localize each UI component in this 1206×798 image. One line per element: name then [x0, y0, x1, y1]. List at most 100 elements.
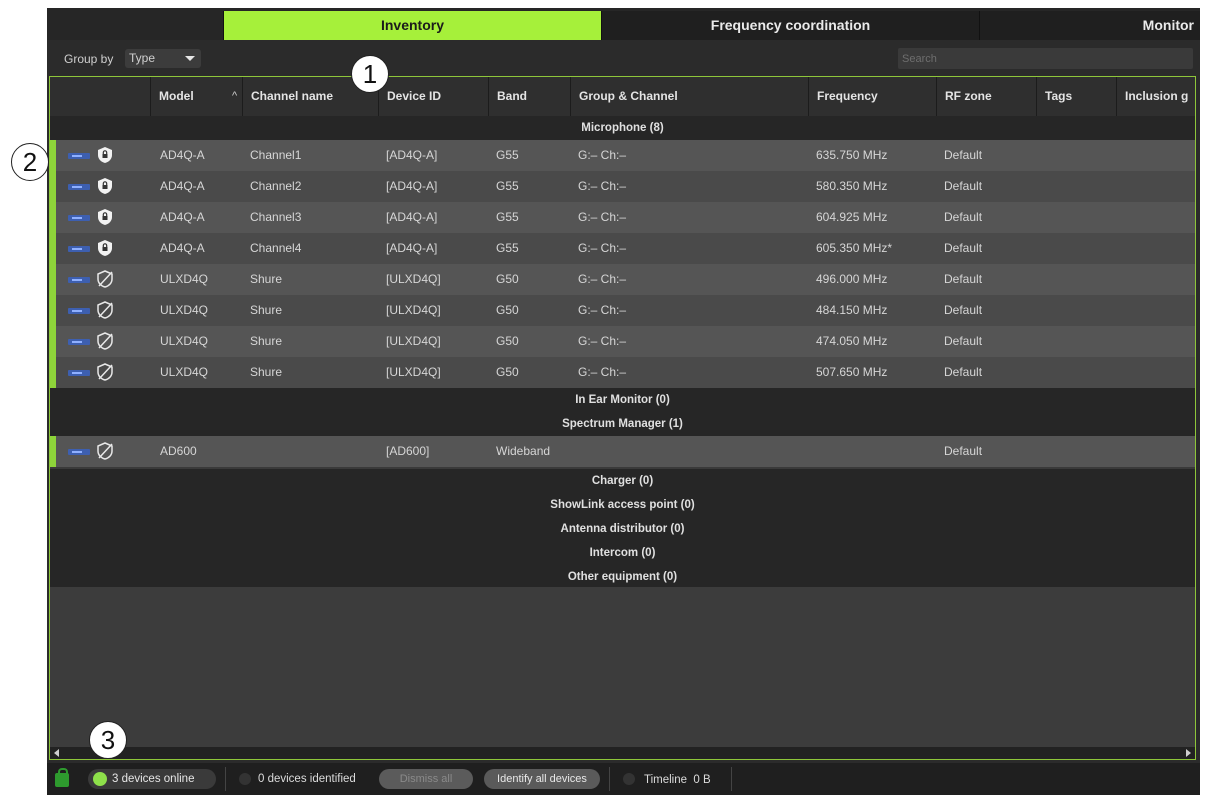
- cell-band: G55: [496, 241, 519, 255]
- online-indicator: [50, 295, 56, 326]
- chevron-down-icon: [185, 56, 195, 61]
- shield-off-icon: [97, 363, 113, 381]
- table-header: Model ^ Channel name Device ID Band Grou…: [50, 77, 1195, 116]
- column-header-rf-zone[interactable]: RF zone: [936, 77, 1036, 116]
- receiver-device-icon: [68, 215, 90, 221]
- column-header-frequency[interactable]: Frequency: [808, 77, 936, 116]
- cell-device-id: [ULXD4Q]: [386, 365, 441, 379]
- cell-frequency: 605.350 MHz*: [816, 241, 893, 255]
- group-by-select[interactable]: Type: [125, 49, 201, 68]
- scroll-left-icon[interactable]: [54, 749, 59, 757]
- cell-frequency: 604.925 MHz: [816, 210, 888, 224]
- group-header-showlink[interactable]: ShowLink access point (0): [50, 493, 1195, 517]
- cell-channel-name: Shure: [250, 334, 283, 348]
- app-window: Inventory Frequency coordination Monitor…: [47, 8, 1200, 795]
- shield-off-icon: [97, 270, 113, 288]
- online-indicator: [50, 436, 56, 467]
- cell-device-id: [AD4Q-A]: [386, 210, 438, 224]
- tab-frequency-coordination[interactable]: Frequency coordination: [601, 11, 979, 40]
- column-header-tags[interactable]: Tags: [1036, 77, 1116, 116]
- table-row[interactable]: ULXD4Q Shure [ULXD4Q] G50 G:– Ch:– 474.050 MH…: [50, 326, 1195, 357]
- cell-model: AD4Q-A: [160, 179, 205, 193]
- cell-device-id: [ULXD4Q]: [386, 334, 441, 348]
- sort-ascending-icon[interactable]: ^: [232, 77, 237, 116]
- table-empty-area: [50, 587, 1195, 747]
- cell-band: G50: [496, 334, 519, 348]
- column-header-model[interactable]: Model: [150, 77, 242, 116]
- devices-identified-label: 0 devices identified: [258, 773, 356, 785]
- cell-group-channel: G:– Ch:–: [578, 179, 627, 193]
- callout-1: 1: [351, 55, 389, 93]
- table-row[interactable]: AD4Q-A Channel2 [AD4Q-A] G55 G:– Ch:– 580.350…: [50, 171, 1195, 202]
- table-row[interactable]: ULXD4Q Shure [ULXD4Q] G50 G:– Ch:– 496.000 MH…: [50, 264, 1195, 295]
- online-indicator: [50, 264, 56, 295]
- group-header-intercom[interactable]: Intercom (0): [50, 541, 1195, 565]
- scroll-right-icon[interactable]: [1186, 749, 1191, 757]
- cell-group-channel: G:– Ch:–: [578, 148, 627, 162]
- cell-device-id: [AD4Q-A]: [386, 241, 438, 255]
- table-row[interactable]: AD4Q-A Channel4 [AD4Q-A] G55 G:– Ch:– 605.350…: [50, 233, 1195, 264]
- receiver-device-icon: [68, 308, 90, 314]
- group-by-value: Type: [129, 51, 156, 65]
- cell-rf-zone: Default: [944, 334, 983, 348]
- cell-band: G50: [496, 365, 519, 379]
- dismiss-all-button[interactable]: Dismiss all: [379, 769, 473, 789]
- shield-off-icon: [97, 301, 113, 319]
- column-header-band[interactable]: Band: [488, 77, 570, 116]
- table-row[interactable]: ULXD4Q Shure [ULXD4Q] G50 G:– Ch:– 507.650 MH…: [50, 357, 1195, 388]
- cell-frequency: 507.650 MHz: [816, 365, 888, 379]
- group-header-microphone[interactable]: Microphone (8): [50, 116, 1195, 140]
- tab-inventory[interactable]: Inventory: [223, 11, 601, 40]
- cell-group-channel: G:– Ch:–: [578, 365, 627, 379]
- cell-group-channel: G:– Ch:–: [578, 303, 627, 317]
- table-row[interactable]: AD4Q-A Channel1 [AD4Q-A] G55 G:– Ch:– 635.750…: [50, 140, 1195, 171]
- cell-channel-name: Channel3: [250, 210, 302, 224]
- cell-device-id: [ULXD4Q]: [386, 272, 441, 286]
- group-header-antenna-distributor[interactable]: Antenna distributor (0): [50, 517, 1195, 541]
- cell-frequency: 484.150 MHz: [816, 303, 888, 317]
- cell-model: ULXD4Q: [160, 303, 209, 317]
- group-header-in-ear-monitor[interactable]: In Ear Monitor (0): [50, 388, 1195, 412]
- horizontal-scrollbar[interactable]: [50, 747, 1195, 759]
- tab-bar: Inventory Frequency coordination Monitor: [47, 8, 1200, 40]
- timeline-label[interactable]: Timeline 0 B: [644, 763, 711, 797]
- devices-online-badge[interactable]: 3 devices online: [88, 769, 216, 789]
- cell-frequency: 580.350 MHz: [816, 179, 888, 193]
- cell-rf-zone: Default: [944, 272, 983, 286]
- group-by-label: Group by: [64, 52, 114, 66]
- cell-channel-name: Channel1: [250, 148, 302, 162]
- column-header-icons: [50, 77, 150, 116]
- column-header-inclusion[interactable]: Inclusion g: [1116, 77, 1195, 116]
- shield-lock-icon: [97, 146, 113, 164]
- shield-off-icon: [97, 332, 113, 350]
- identify-all-devices-button[interactable]: Identify all devices: [484, 769, 600, 789]
- cell-rf-zone: Default: [944, 210, 983, 224]
- receiver-device-icon: [68, 339, 90, 345]
- cell-group-channel: G:– Ch:–: [578, 210, 627, 224]
- timeline-status-icon: [623, 773, 635, 785]
- cell-model: ULXD4Q: [160, 334, 209, 348]
- group-header-other-equipment[interactable]: Other equipment (0): [50, 565, 1195, 589]
- online-indicator: [50, 171, 56, 202]
- cell-band: G55: [496, 179, 519, 193]
- table-row[interactable]: ULXD4Q Shure [ULXD4Q] G50 G:– Ch:– 484.150 MH…: [50, 295, 1195, 326]
- cell-band: G50: [496, 303, 519, 317]
- table-row[interactable]: AD4Q-A Channel3 [AD4Q-A] G55 G:– Ch:– 604.925…: [50, 202, 1195, 233]
- online-status-icon: [93, 772, 107, 786]
- search-input[interactable]: [898, 48, 1193, 69]
- tab-monitor[interactable]: Monitor: [979, 11, 1200, 40]
- receiver-device-icon: [68, 153, 90, 159]
- online-indicator: [50, 140, 56, 171]
- table-row[interactable]: AD600 [AD600] Wideband Default: [50, 436, 1195, 467]
- toolbar: Group by Type: [47, 44, 1200, 74]
- online-indicator: [50, 357, 56, 388]
- column-header-device-id[interactable]: Device ID: [378, 77, 488, 116]
- column-header-group-channel[interactable]: Group & Channel: [570, 77, 808, 116]
- group-header-charger[interactable]: Charger (0): [50, 469, 1195, 493]
- cell-channel-name: Shure: [250, 303, 283, 317]
- shield-lock-icon: [97, 208, 113, 226]
- divider: [609, 767, 610, 791]
- lock-icon[interactable]: [55, 768, 69, 787]
- group-header-spectrum-manager[interactable]: Spectrum Manager (1): [50, 412, 1195, 436]
- cell-group-channel: G:– Ch:–: [578, 272, 627, 286]
